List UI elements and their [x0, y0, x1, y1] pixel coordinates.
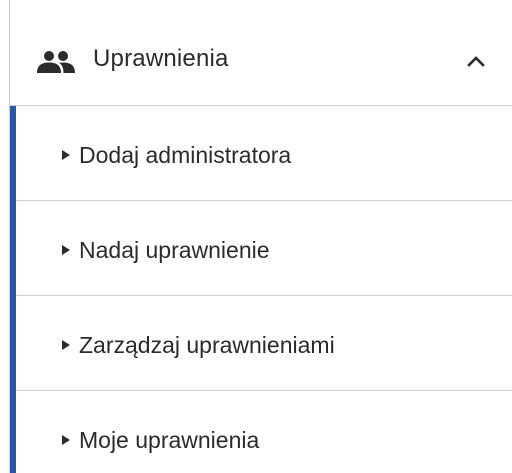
submenu-item-label: Moje uprawnienia [79, 427, 260, 453]
submenu-item-manage-permissions[interactable]: Zarządzaj uprawnieniami [16, 296, 512, 391]
submenu-item-label: Nadaj uprawnienie [79, 237, 270, 263]
triangle-right-icon [62, 150, 70, 160]
permissions-submenu: Dodaj administratora Nadaj uprawnienie Z… [10, 106, 512, 473]
triangle-right-icon [62, 245, 70, 255]
people-icon [37, 51, 75, 73]
submenu-item-add-administrator[interactable]: Dodaj administratora [16, 106, 512, 201]
submenu-item-grant-permission[interactable]: Nadaj uprawnienie [16, 201, 512, 296]
permissions-section-header[interactable]: Uprawnienia [10, 0, 512, 106]
chevron-up-icon[interactable] [465, 50, 487, 72]
submenu-item-my-permissions[interactable]: Moje uprawnienia [16, 391, 512, 473]
triangle-right-icon [62, 435, 70, 445]
section-title: Uprawnienia [93, 45, 229, 72]
submenu-item-label: Dodaj administratora [79, 142, 292, 168]
submenu-item-label: Zarządzaj uprawnieniami [79, 332, 335, 358]
triangle-right-icon [62, 340, 70, 350]
permissions-menu-panel: Uprawnienia Dodaj administratora Nadaj u… [0, 0, 512, 473]
